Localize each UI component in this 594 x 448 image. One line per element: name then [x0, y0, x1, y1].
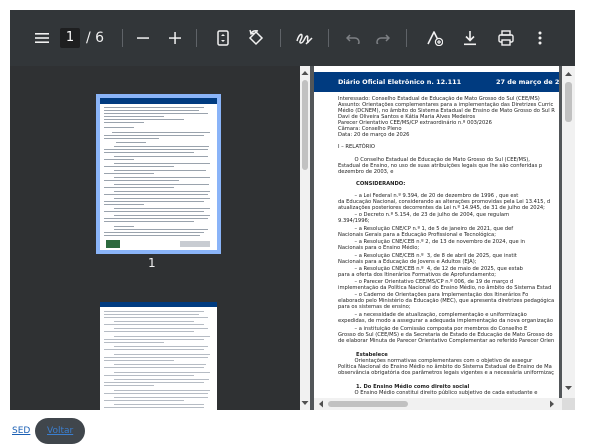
zoom-out-icon[interactable]	[134, 26, 152, 50]
document-line: O Ensino Médio constitui direito público…	[338, 390, 538, 396]
banner-date: 27 de março de 20	[496, 78, 559, 86]
document-line: Nacionais para a Educação de Jovens e Ad…	[338, 259, 477, 265]
document-line: observância obrigatória dos parâmetros l…	[338, 370, 554, 376]
toolbar-divider	[122, 29, 123, 47]
toolbar-divider	[280, 29, 281, 47]
scroll-down-icon[interactable]	[300, 399, 310, 407]
document-line: 9.394/1996;	[338, 218, 370, 224]
back-button-label: Voltar	[47, 426, 74, 436]
document-page: Diário Oficial Eletrônico n. 12.111 27 d…	[314, 66, 559, 398]
horizontal-scrollbar-thumb[interactable]	[328, 401, 408, 407]
toolbar-divider	[196, 29, 197, 47]
section-heading: I – RELATÓRIO	[338, 144, 375, 150]
toolbar-divider	[328, 29, 329, 47]
thumbnail-sidebar: 1	[10, 66, 306, 410]
document-line: dezembro de 2003, e	[338, 169, 394, 175]
document-line: atualizações posteriores decorrentes da …	[338, 205, 545, 211]
document-line: de elaborar Minuta de Parecer Orientativ…	[338, 338, 555, 344]
document-view[interactable]: Diário Oficial Eletrônico n. 12.111 27 d…	[314, 66, 559, 398]
back-button[interactable]: Voltar	[35, 418, 85, 444]
document-line: Data: 20 de março de 2026	[338, 132, 410, 138]
scroll-up-icon[interactable]	[300, 69, 310, 77]
page-thumbnail-1[interactable]	[96, 94, 221, 254]
thumbnail-text-lines	[104, 311, 210, 408]
document-line: para os sistemas de ensino;	[338, 304, 411, 310]
download-icon[interactable]	[460, 26, 480, 50]
fit-page-icon[interactable]	[214, 26, 232, 50]
scroll-up-icon[interactable]	[562, 70, 575, 78]
zoom-in-icon[interactable]	[166, 26, 184, 50]
document-line: Nacionais para o Ensino Médio;	[338, 245, 420, 251]
scroll-left-icon[interactable]	[317, 398, 325, 410]
toolbar-divider	[406, 29, 407, 47]
page-footer: SED Voltar	[0, 414, 594, 448]
banner-title: Diário Oficial Eletrônico n. 12.111	[338, 78, 462, 86]
sidebar-scrollbar-thumb[interactable]	[302, 80, 308, 170]
rotate-icon[interactable]	[246, 26, 266, 50]
page-total: / 6	[86, 30, 105, 46]
document-horizontal-scrollbar[interactable]	[314, 398, 562, 410]
document-line: para a oferta dos Itinerários Formativos…	[338, 272, 497, 278]
document-scrollbar-thumb[interactable]	[565, 82, 572, 122]
pdf-viewer: 1 / 6 1 Diário Oficial Eletrônico n. 12.…	[10, 10, 575, 410]
pdf-toolbar: 1 / 6	[10, 10, 575, 66]
annotate-icon[interactable]	[294, 26, 314, 50]
undo-icon[interactable]	[344, 26, 362, 50]
sidebar-scrollbar[interactable]	[300, 66, 310, 410]
add-text-icon[interactable]	[424, 26, 444, 50]
document-line: implementação da Política Nacional do En…	[338, 285, 552, 291]
redo-icon[interactable]	[374, 26, 392, 50]
scroll-right-icon[interactable]	[548, 398, 556, 410]
sed-link[interactable]: SED	[12, 426, 30, 436]
menu-icon[interactable]	[34, 26, 50, 50]
thumbnail-text-lines	[104, 107, 210, 248]
page-thumbnail-2[interactable]	[100, 302, 217, 410]
document-vertical-scrollbar[interactable]	[562, 66, 575, 398]
thumbnail-banner	[100, 302, 217, 307]
scroll-down-icon[interactable]	[562, 384, 575, 392]
page-number-input[interactable]: 1	[60, 28, 80, 48]
scrollbar-corner	[562, 398, 575, 410]
document-line: Nacionais Gerais para a Educação Profiss…	[338, 232, 496, 238]
document-line: expedidas, de modo a assegurar a adequad…	[338, 318, 554, 324]
document-banner: Diário Oficial Eletrônico n. 12.111 27 d…	[314, 72, 559, 92]
print-icon[interactable]	[496, 26, 516, 50]
considerando-heading: CONSIDERANDO:	[338, 181, 406, 187]
more-options-icon[interactable]	[532, 26, 548, 50]
thumbnail-page-label: 1	[148, 256, 156, 270]
